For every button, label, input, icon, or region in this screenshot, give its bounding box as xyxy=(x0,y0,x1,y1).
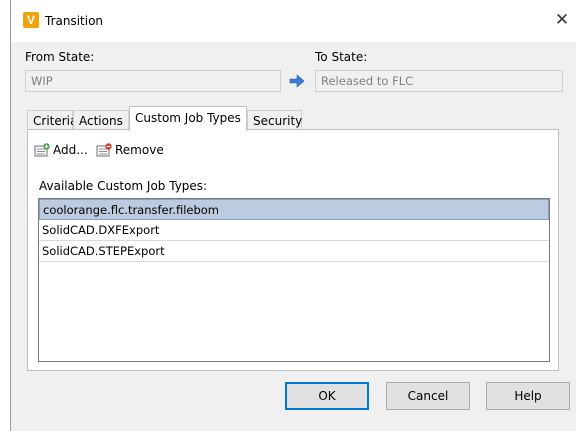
window-title: Transition xyxy=(45,14,104,28)
tab-security[interactable]: Security xyxy=(247,110,302,130)
add-button-label: Add... xyxy=(53,143,88,157)
to-state-label: To State: xyxy=(315,50,368,64)
remove-button-label: Remove xyxy=(115,143,164,157)
vault-v-icon: V xyxy=(23,12,39,28)
ok-button[interactable]: OK xyxy=(285,382,369,410)
close-icon[interactable]: ✕ xyxy=(552,10,572,30)
available-custom-job-types-label: Available Custom Job Types: xyxy=(39,179,208,193)
list-item[interactable]: coolorange.flc.transfer.filebom xyxy=(39,199,549,220)
tab-criteria[interactable]: Criteria xyxy=(27,110,77,130)
list-item[interactable]: SolidCAD.DXFExport xyxy=(39,220,549,241)
from-state-label: From State: xyxy=(25,50,95,64)
list-item[interactable]: SolidCAD.STEPExport xyxy=(39,241,549,262)
tab-custom-job-types[interactable]: Custom Job Types xyxy=(129,106,247,131)
remove-button[interactable]: Remove xyxy=(96,140,164,160)
add-icon xyxy=(34,143,50,157)
cancel-button[interactable]: Cancel xyxy=(386,382,470,410)
remove-icon xyxy=(96,143,112,157)
tab-actions[interactable]: Actions xyxy=(73,110,129,130)
arrow-right-icon xyxy=(289,74,305,88)
help-button[interactable]: Help xyxy=(486,382,570,410)
transition-dialog: V Transition ✕ From State: WIP To State:… xyxy=(10,0,576,431)
custom-job-types-panel: Add... Remove Available Custom Job Types… xyxy=(27,129,559,371)
to-state-field: Released to FLC xyxy=(315,70,563,92)
custom-job-types-list[interactable]: coolorange.flc.transfer.filebom SolidCAD… xyxy=(38,198,550,362)
from-state-field: WIP xyxy=(25,70,281,92)
title-bar: V Transition ✕ xyxy=(11,0,576,42)
add-button[interactable]: Add... xyxy=(34,140,88,160)
